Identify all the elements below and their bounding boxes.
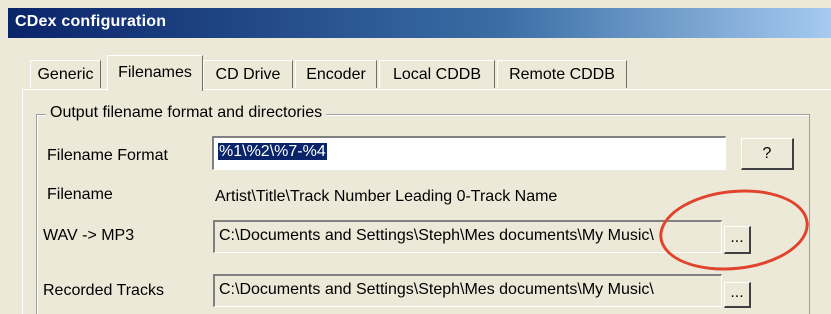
tab-cd-drive[interactable]: CD Drive [203, 60, 293, 88]
tab-filenames[interactable]: Filenames [107, 55, 203, 91]
tab-panel [22, 89, 831, 314]
tab-remote-cddb[interactable]: Remote CDDB [497, 60, 627, 88]
tab-generic[interactable]: Generic [30, 60, 101, 88]
tab-local-cddb[interactable]: Local CDDB [379, 60, 495, 88]
window-title: CDex configuration [15, 13, 167, 30]
tab-encoder[interactable]: Encoder [295, 60, 377, 88]
title-bar[interactable]: CDex configuration [8, 8, 831, 38]
